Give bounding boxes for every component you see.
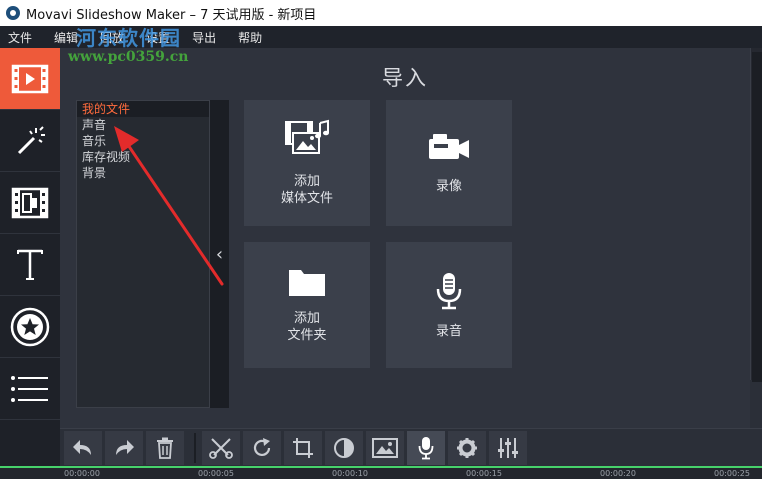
annotation-arrow (114, 126, 224, 286)
